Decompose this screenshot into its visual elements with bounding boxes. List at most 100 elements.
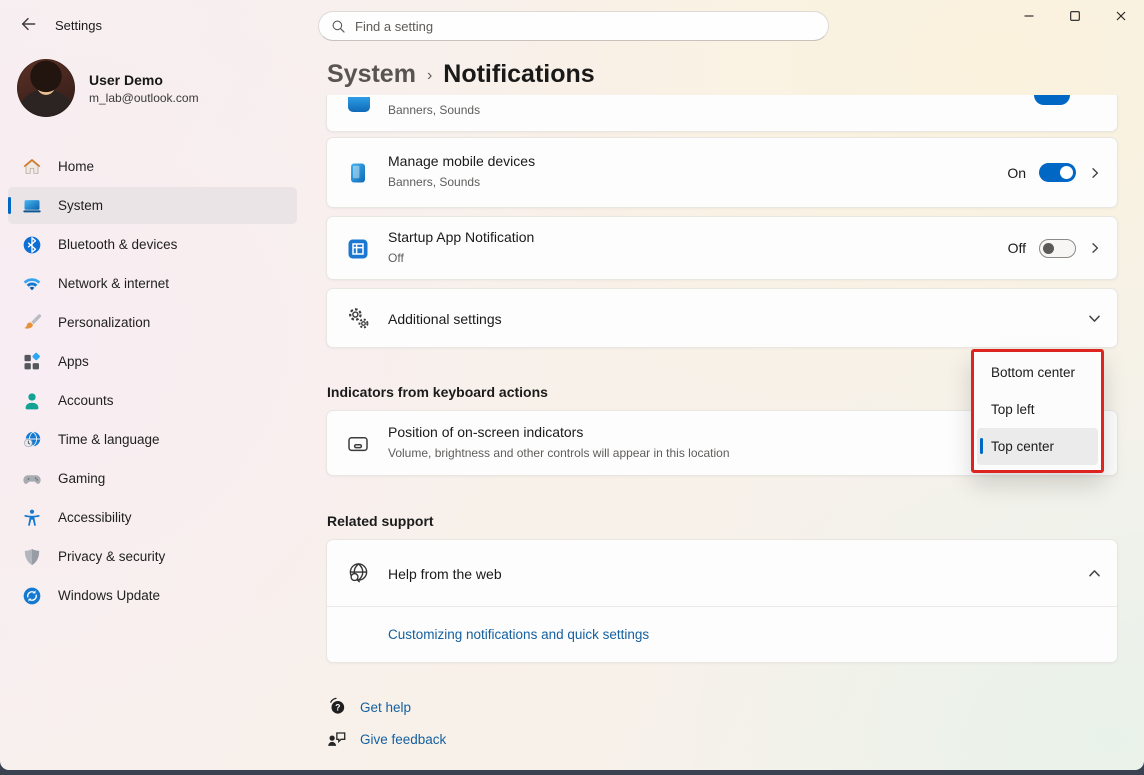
sidebar-item-accessibility[interactable]: Accessibility <box>8 499 297 536</box>
sidebar-item-privacy-security[interactable]: Privacy & security <box>8 538 297 575</box>
settings-window: Settings User Demo m_lab@outlook.com Hom… <box>0 0 1144 770</box>
sidebar-item-bluetooth-devices[interactable]: Bluetooth & devices <box>8 226 297 263</box>
chevron-up-icon <box>1088 567 1101 580</box>
toggle-state-label: On <box>1007 165 1026 181</box>
sidebar-item-label: Time & language <box>58 432 160 447</box>
sidebar-item-label: Gaming <box>58 471 105 486</box>
sidebar-item-system[interactable]: System <box>8 187 297 224</box>
chevron-right-icon <box>1089 167 1101 179</box>
window-title: Settings <box>55 18 102 33</box>
sidebar-item-label: System <box>58 198 103 213</box>
sidebar-item-personalization[interactable]: Personalization <box>8 304 297 341</box>
startup-app-icon <box>346 237 370 266</box>
toggle-state-label: Off <box>1008 240 1026 256</box>
sidebar-item-label: Personalization <box>58 315 150 330</box>
network-icon <box>22 274 42 294</box>
get-help-icon: ? <box>327 697 347 717</box>
minimize-button[interactable] <box>1006 0 1052 34</box>
mobile-device-icon <box>346 161 370 190</box>
maximize-icon <box>1069 10 1081 25</box>
give-feedback-label: Give feedback <box>360 732 446 747</box>
section-header-related-support: Related support <box>327 513 434 529</box>
bluetooth-icon <box>22 235 42 255</box>
svg-text:?: ? <box>335 703 340 713</box>
additional-settings-row[interactable]: Additional settings <box>326 288 1118 348</box>
breadcrumb: System › Notifications <box>327 60 595 89</box>
sidebar-item-label: Network & internet <box>58 276 169 291</box>
dropdown-option-label: Top center <box>991 439 1054 454</box>
setting-subtitle: Volume, brightness and other controls wi… <box>388 446 730 460</box>
gaming-icon <box>22 469 42 489</box>
page-title: Notifications <box>443 60 594 89</box>
sidebar-item-windows-update[interactable]: Windows Update <box>8 577 297 614</box>
search-box <box>318 11 829 41</box>
search-icon <box>331 19 346 34</box>
clipped-setting-card[interactable]: Banners, Sounds <box>326 95 1118 132</box>
sidebar-nav: Home System Bluetooth & devices Network … <box>8 146 297 616</box>
sidebar-item-gaming[interactable]: Gaming <box>8 460 297 497</box>
window-controls <box>1006 0 1144 34</box>
globe-search-icon <box>346 561 371 591</box>
apps-icon <box>22 352 42 372</box>
help-link-customizing-notifications[interactable]: Customizing notifications and quick sett… <box>388 627 649 642</box>
annotation-rectangle: Bottom center Top left Top center <box>971 349 1104 473</box>
personalization-icon <box>22 313 42 333</box>
dropdown-option-label: Bottom center <box>991 365 1075 380</box>
home-icon <box>22 157 42 177</box>
privacy-shield-icon <box>22 547 42 567</box>
back-button[interactable] <box>12 10 44 40</box>
clipped-app-icon <box>348 97 370 112</box>
setting-title: Startup App Notification <box>388 229 534 245</box>
manage-mobile-devices-row[interactable]: Manage mobile devices Banners, Sounds On <box>326 137 1118 208</box>
accounts-icon <box>22 391 42 411</box>
on-screen-indicator-icon <box>346 432 370 461</box>
sidebar-item-time-language[interactable]: Time & language <box>8 421 297 458</box>
get-help-link[interactable]: ? Get help <box>327 697 411 717</box>
startup-app-notification-row[interactable]: Startup App Notification Off Off <box>326 216 1118 280</box>
sidebar-item-label: Apps <box>58 354 89 369</box>
search-input[interactable] <box>355 19 816 34</box>
user-profile[interactable]: User Demo m_lab@outlook.com <box>17 59 199 117</box>
help-from-web-card: Help from the web Customizing notificati… <box>326 539 1118 663</box>
sidebar-item-accounts[interactable]: Accounts <box>8 382 297 419</box>
breadcrumb-separator: › <box>427 64 432 85</box>
sidebar-item-network-internet[interactable]: Network & internet <box>8 265 297 302</box>
windows-update-icon <box>22 586 42 606</box>
setting-title: Position of on-screen indicators <box>388 424 730 440</box>
user-name: User Demo <box>89 72 199 88</box>
sidebar-item-label: Privacy & security <box>58 549 165 564</box>
startup-app-toggle[interactable] <box>1039 239 1076 258</box>
sidebar-item-label: Accounts <box>58 393 114 408</box>
time-language-icon <box>22 430 42 450</box>
sidebar-item-apps[interactable]: Apps <box>8 343 297 380</box>
setting-subtitle: Off <box>388 251 534 265</box>
breadcrumb-system[interactable]: System <box>327 60 416 89</box>
back-arrow-icon <box>20 16 36 35</box>
setting-subtitle: Banners, Sounds <box>388 175 535 189</box>
sidebar-item-label: Accessibility <box>58 510 132 525</box>
position-dropdown-flyout: Bottom center Top left Top center <box>974 352 1101 470</box>
clipped-toggle[interactable] <box>1034 95 1070 105</box>
give-feedback-link[interactable]: Give feedback <box>326 729 446 750</box>
give-feedback-icon <box>326 729 347 750</box>
dropdown-option-top-center[interactable]: Top center <box>977 428 1098 465</box>
user-avatar <box>17 59 75 117</box>
sidebar-item-label: Bluetooth & devices <box>58 237 177 252</box>
close-button[interactable] <box>1098 0 1144 34</box>
setting-title: Manage mobile devices <box>388 153 535 169</box>
setting-title: Help from the web <box>388 566 502 582</box>
setting-subtitle: Banners, Sounds <box>388 103 480 117</box>
sidebar-item-home[interactable]: Home <box>8 148 297 185</box>
gears-icon <box>346 306 371 336</box>
close-icon <box>1115 10 1127 25</box>
dropdown-option-label: Top left <box>991 402 1035 417</box>
manage-mobile-toggle[interactable] <box>1039 163 1076 182</box>
help-from-web-header-row[interactable]: Help from the web <box>327 540 1117 607</box>
accessibility-icon <box>22 508 42 528</box>
maximize-button[interactable] <box>1052 0 1098 34</box>
dropdown-option-bottom-center[interactable]: Bottom center <box>977 354 1098 391</box>
dropdown-option-top-left[interactable]: Top left <box>977 391 1098 428</box>
setting-title: Additional settings <box>388 311 502 327</box>
chevron-right-icon <box>1089 242 1101 254</box>
section-header-indicators: Indicators from keyboard actions <box>327 384 548 400</box>
